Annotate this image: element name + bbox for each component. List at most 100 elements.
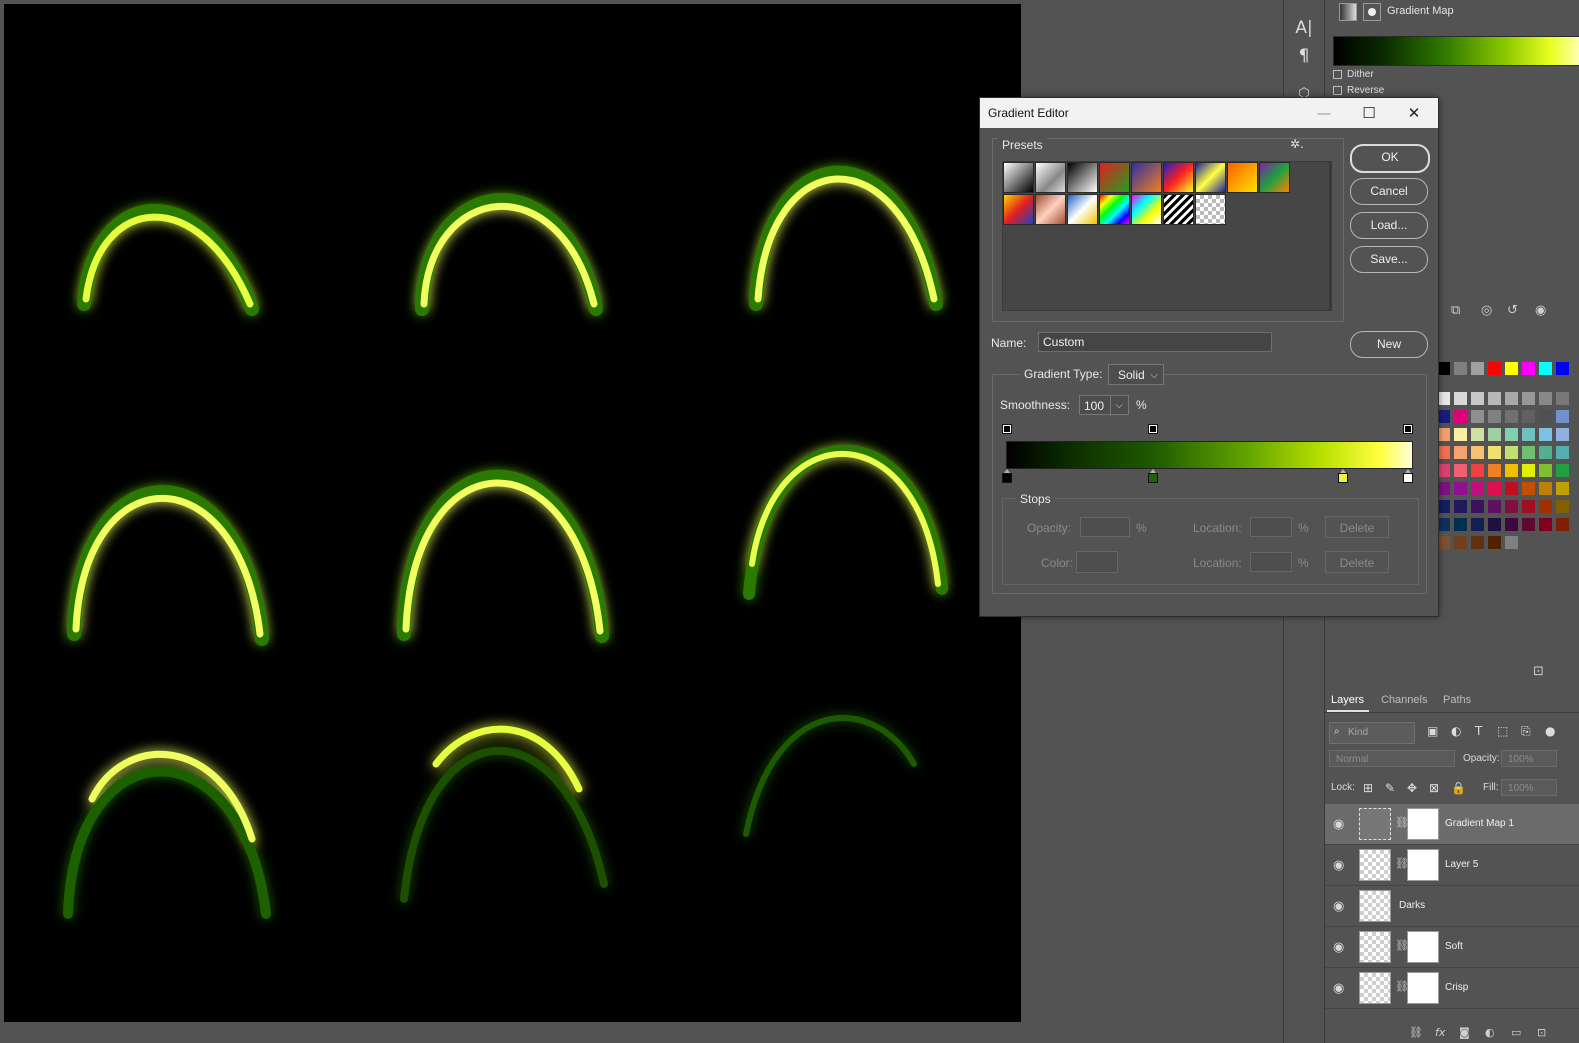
clip-icon[interactable]: ⧉	[1451, 303, 1460, 318]
color-swatch[interactable]	[1522, 428, 1535, 441]
color-stop[interactable]	[1148, 469, 1158, 483]
color-swatch[interactable]	[1454, 446, 1467, 459]
minimize-icon[interactable]: —	[1304, 101, 1344, 125]
save-button[interactable]: Save...	[1350, 246, 1428, 273]
color-swatch[interactable]	[1471, 500, 1484, 513]
mask-thumbnail[interactable]	[1407, 849, 1439, 881]
color-swatch[interactable]	[1471, 482, 1484, 495]
stop-color-swatch[interactable]	[1076, 551, 1118, 573]
eye-icon[interactable]: ◉	[1333, 817, 1344, 832]
eye-icon[interactable]: ◉	[1333, 981, 1344, 996]
close-icon[interactable]: ✕	[1394, 101, 1434, 125]
eye-icon[interactable]: ◉	[1535, 303, 1546, 318]
layer-row[interactable]: ◉ ⛓ Layer 5	[1325, 845, 1579, 886]
document-canvas[interactable]	[4, 4, 1021, 1022]
cancel-button[interactable]: Cancel	[1350, 178, 1428, 205]
color-swatch[interactable]	[1488, 518, 1501, 531]
new-adjustment-icon[interactable]: ◐	[1485, 1026, 1495, 1039]
color-swatch[interactable]	[1488, 536, 1501, 549]
color-swatch[interactable]	[1522, 362, 1535, 375]
fx-icon[interactable]: fx	[1435, 1026, 1445, 1039]
color-swatch[interactable]	[1522, 482, 1535, 495]
color-swatch[interactable]	[1471, 392, 1484, 405]
color-swatch[interactable]	[1454, 536, 1467, 549]
color-swatch[interactable]	[1505, 500, 1518, 513]
link-layers-icon[interactable]: ⛓	[1409, 1026, 1423, 1039]
color-swatch[interactable]	[1539, 362, 1552, 375]
kind-filter[interactable]: ⌕ Kind	[1329, 722, 1415, 744]
blend-mode-select[interactable]: Normal	[1329, 750, 1455, 767]
color-swatch[interactable]	[1505, 518, 1518, 531]
color-swatch[interactable]	[1556, 464, 1569, 477]
color-swatch[interactable]	[1556, 428, 1569, 441]
color-swatch[interactable]	[1488, 392, 1501, 405]
color-swatch[interactable]	[1539, 500, 1552, 513]
tab-paths[interactable]: Paths	[1443, 694, 1471, 706]
layer-name[interactable]: Layer 5	[1445, 859, 1478, 870]
layer-row[interactable]: ◉ ⛓ Soft	[1325, 927, 1579, 968]
preset-swatch[interactable]	[1163, 162, 1194, 193]
color-swatch[interactable]	[1556, 482, 1569, 495]
color-swatch[interactable]	[1454, 410, 1467, 423]
color-swatch[interactable]	[1522, 518, 1535, 531]
mask-thumbnail[interactable]	[1407, 931, 1439, 963]
gradient-type-select[interactable]: Solid ⌵	[1108, 364, 1164, 385]
type-filter-icon[interactable]: T	[1475, 724, 1482, 738]
fill-input[interactable]: 100%	[1501, 779, 1557, 796]
preset-swatch[interactable]	[1195, 162, 1226, 193]
color-swatch[interactable]	[1505, 446, 1518, 459]
opacity-stop[interactable]	[1148, 424, 1158, 434]
color-swatch[interactable]	[1522, 410, 1535, 423]
color-swatch[interactable]	[1539, 518, 1552, 531]
preset-swatch[interactable]	[1099, 194, 1130, 225]
filter-toggle-icon[interactable]: ●	[1545, 724, 1555, 738]
mask-thumbnail[interactable]	[1407, 808, 1439, 840]
lock-artboard-icon[interactable]: ⊠	[1429, 781, 1439, 795]
layer-name[interactable]: Crisp	[1445, 982, 1468, 993]
opacity-location-input[interactable]	[1250, 517, 1292, 537]
new-group-icon[interactable]: ▭	[1511, 1026, 1521, 1039]
color-swatch[interactable]	[1556, 446, 1569, 459]
color-swatch[interactable]	[1505, 392, 1518, 405]
color-swatch[interactable]	[1505, 482, 1518, 495]
opacity-stop[interactable]	[1403, 424, 1413, 434]
color-swatch[interactable]	[1471, 362, 1484, 375]
color-swatch[interactable]	[1505, 410, 1518, 423]
stop-opacity-input[interactable]	[1080, 517, 1130, 537]
color-swatch[interactable]	[1505, 536, 1518, 549]
layer-thumbnail[interactable]	[1359, 931, 1391, 963]
color-swatch[interactable]	[1454, 500, 1467, 513]
color-swatch[interactable]	[1471, 446, 1484, 459]
reverse-check-icon[interactable]	[1333, 85, 1342, 95]
color-swatch[interactable]	[1556, 410, 1569, 423]
name-input[interactable]	[1038, 332, 1272, 352]
color-swatch[interactable]	[1522, 500, 1535, 513]
delete-color-stop-button[interactable]: Delete	[1325, 551, 1389, 573]
layer-thumbnail[interactable]	[1359, 890, 1391, 922]
color-swatch[interactable]	[1539, 410, 1552, 423]
layer-name[interactable]: Gradient Map 1	[1445, 818, 1514, 829]
presets-scrollbar[interactable]	[1329, 162, 1331, 310]
type-icon[interactable]: A|	[1294, 18, 1314, 38]
layer-name[interactable]: Darks	[1399, 900, 1425, 911]
color-swatch[interactable]	[1488, 500, 1501, 513]
reverse-checkbox[interactable]: Reverse	[1333, 85, 1384, 96]
color-swatch[interactable]	[1556, 500, 1569, 513]
smoothness-input[interactable]: 100 ⌵	[1079, 395, 1129, 416]
mask-icon[interactable]	[1363, 3, 1381, 21]
color-swatch[interactable]	[1556, 392, 1569, 405]
color-swatch[interactable]	[1505, 362, 1518, 375]
new-button[interactable]: New	[1350, 331, 1428, 358]
layer-name[interactable]: Soft	[1445, 941, 1463, 952]
tab-channels[interactable]: Channels	[1381, 694, 1427, 706]
layer-thumbnail[interactable]	[1359, 808, 1391, 840]
color-swatch[interactable]	[1454, 428, 1467, 441]
new-swatch-icon[interactable]: ⊡	[1533, 664, 1544, 679]
lock-transparency-icon[interactable]: ⊞	[1363, 781, 1373, 795]
color-swatch[interactable]	[1488, 428, 1501, 441]
preset-swatch[interactable]	[1259, 162, 1290, 193]
adjustment-icon[interactable]	[1339, 3, 1357, 21]
color-swatch[interactable]	[1488, 362, 1501, 375]
adjustment-filter-icon[interactable]: ◐	[1451, 724, 1461, 738]
color-swatch[interactable]	[1488, 464, 1501, 477]
